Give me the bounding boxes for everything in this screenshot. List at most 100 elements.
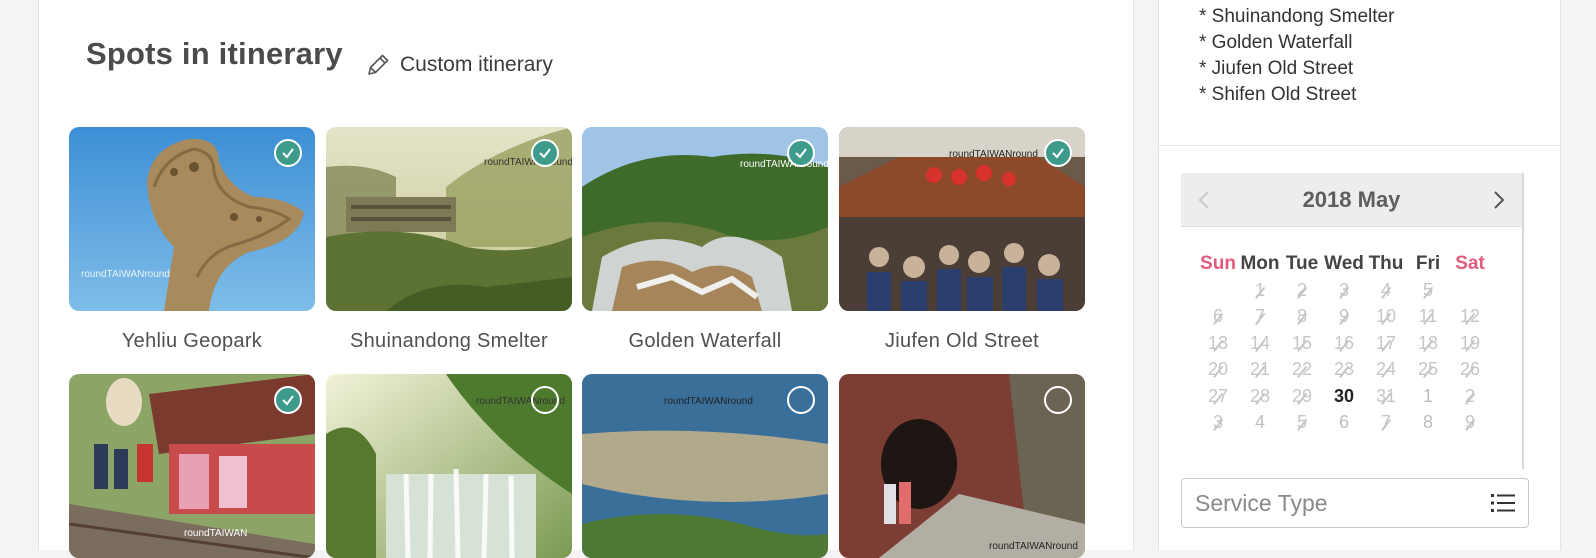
selected-spots-list: * Shuinandong Smelter * Golden Waterfall… [1199, 4, 1394, 108]
calendar-day: 22 [1281, 359, 1323, 386]
unselected-check-icon[interactable] [1044, 386, 1072, 414]
spot-photo[interactable]: roundTAIWANround [582, 127, 828, 311]
spot-card[interactable]: roundTAIWANround [839, 374, 1085, 558]
spot-photo[interactable]: roundTAIWANround [326, 127, 572, 311]
calendar-day: 6 [1197, 306, 1239, 333]
calendar-day: 16 [1323, 333, 1365, 360]
calendar-day: 19 [1449, 333, 1491, 360]
watermark: roundTAIWANround [740, 159, 828, 170]
unselected-check-icon[interactable] [531, 386, 559, 414]
calendar-day: 2 [1449, 386, 1491, 413]
calendar-day[interactable]: 4 [1239, 412, 1281, 439]
spot-name: Shuinandong Smelter [349, 330, 549, 352]
calendar-day: 5 [1407, 280, 1449, 307]
calendar-day: 8 [1281, 306, 1323, 333]
calendar-day: 4 [1365, 280, 1407, 307]
calendar-day [1449, 280, 1491, 307]
list-item: * Shifen Old Street [1199, 84, 1357, 105]
unselected-check-icon[interactable] [787, 386, 815, 414]
list-icon [1491, 494, 1515, 512]
weekday-label: Mon [1240, 253, 1280, 274]
spot-photo[interactable]: roundTAIWANround [839, 374, 1085, 558]
watermark: roundTAIWANround [664, 396, 753, 407]
calendar-day: 17 [1365, 333, 1407, 360]
spot-photo[interactable]: roundTAIWANround [326, 374, 572, 558]
watermark: roundTAIWANround [484, 157, 572, 168]
spot-card[interactable]: roundTAIWANround Golden Waterfall [582, 127, 828, 353]
selected-check-icon[interactable] [531, 139, 559, 167]
calendar: 2018 May Sun Mon Tue Wed Thu Fri Sat 1 2… [1181, 173, 1524, 469]
spot-card[interactable]: roundTAIWAN [69, 374, 315, 558]
chevron-left-icon[interactable] [1193, 189, 1215, 211]
calendar-day: 28 [1239, 386, 1281, 413]
calendar-day: 23 [1323, 359, 1365, 386]
watermark: roundTAIWANround [989, 541, 1078, 552]
selected-check-icon[interactable] [274, 386, 302, 414]
calendar-day: 14 [1239, 333, 1281, 360]
selected-check-icon[interactable] [787, 139, 815, 167]
custom-itinerary-link[interactable]: Custom itinerary [365, 52, 553, 78]
spot-name: Yehliu Geopark [121, 330, 263, 352]
calendar-day: 24 [1365, 359, 1407, 386]
calendar-day: 9 [1449, 412, 1491, 439]
calendar-day: 1 [1239, 280, 1281, 307]
service-type-select[interactable]: Service Type [1181, 478, 1529, 528]
spot-photo[interactable]: roundTAIWANround [69, 127, 315, 311]
selected-check-icon[interactable] [274, 139, 302, 167]
calendar-day: 27 [1197, 386, 1239, 413]
calendar-day: 10 [1365, 306, 1407, 333]
calendar-day: 25 [1407, 359, 1449, 386]
calendar-day: 7 [1239, 306, 1281, 333]
calendar-day: 13 [1197, 333, 1239, 360]
spot-card[interactable]: roundTAIWANround [326, 374, 572, 558]
calendar-day: 18 [1407, 333, 1449, 360]
spot-card[interactable]: roundTAIWANround Yehliu Geopark [69, 127, 315, 353]
calendar-day[interactable]: 1 [1407, 386, 1449, 413]
list-item: * Jiufen Old Street [1199, 58, 1354, 79]
custom-itinerary-label: Custom itinerary [400, 53, 553, 76]
spot-photo[interactable]: roundTAIWANround [582, 374, 828, 558]
spot-card[interactable]: roundTAIWANround Shuinandong Smelter [326, 127, 572, 353]
weekday-label: Fri [1415, 253, 1441, 274]
calendar-header: 2018 May [1181, 173, 1522, 227]
spot-name: Golden Waterfall [628, 330, 782, 352]
watermark: roundTAIWANround [81, 269, 170, 280]
calendar-day: 21 [1239, 359, 1281, 386]
spot-name: Jiufen Old Street [884, 330, 1040, 352]
spot-card[interactable]: roundTAIWANround [582, 374, 828, 558]
sidebar-panel: * Shuinandong Smelter * Golden Waterfall… [1158, 0, 1561, 550]
calendar-day-today[interactable]: 30 [1323, 386, 1365, 413]
calendar-day: 31 [1365, 386, 1407, 413]
calendar-day: 9 [1323, 306, 1365, 333]
calendar-day: 29 [1281, 386, 1323, 413]
spot-photo[interactable]: roundTAIWANround [839, 127, 1085, 311]
calendar-day: 11 [1407, 306, 1449, 333]
calendar-title: 2018 May [1302, 186, 1401, 212]
calendar-day: 7 [1365, 412, 1407, 439]
weekday-label: Thu [1368, 253, 1404, 274]
calendar-day: 20 [1197, 359, 1239, 386]
divider [1159, 145, 1560, 146]
calendar-day[interactable]: 6 [1323, 412, 1365, 439]
chevron-right-icon[interactable] [1488, 189, 1510, 211]
weekday-label: Sun [1200, 253, 1236, 274]
calendar-day: 15 [1281, 333, 1323, 360]
calendar-day: 12 [1449, 306, 1491, 333]
calendar-day: 2 [1281, 280, 1323, 307]
selected-check-icon[interactable] [1044, 139, 1072, 167]
watermark: roundTAIWAN [184, 528, 247, 539]
calendar-day: 3 [1197, 412, 1239, 439]
section-title: Spots in itinerary [86, 36, 343, 71]
weekday-label: Tue [1285, 253, 1319, 274]
calendar-day: 26 [1449, 359, 1491, 386]
calendar-day: 3 [1323, 280, 1365, 307]
watermark: roundTAIWANround [949, 149, 1038, 160]
list-item: * Shuinandong Smelter [1199, 6, 1395, 27]
calendar-day[interactable]: 8 [1407, 412, 1449, 439]
weekday-label: Sat [1455, 253, 1485, 274]
calendar-day: 5 [1281, 412, 1323, 439]
spot-photo[interactable]: roundTAIWAN [69, 374, 315, 558]
spot-card[interactable]: roundTAIWANround Jiufen Old Street [839, 127, 1085, 353]
pencil-icon [368, 54, 389, 75]
itinerary-panel: Spots in itinerary Custom itinerary roun… [38, 0, 1134, 558]
